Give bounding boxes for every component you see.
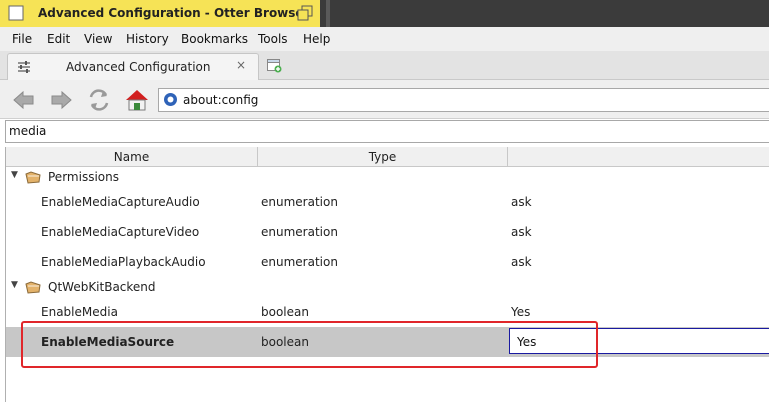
tab-label: Advanced Configuration	[66, 60, 211, 74]
group-row-permissions[interactable]: ▼ Permissions	[6, 167, 769, 187]
address-text: about:config	[183, 93, 259, 107]
title-bar-divider	[326, 0, 330, 27]
menu-history[interactable]: History	[126, 32, 169, 46]
expand-arrow-icon[interactable]: ▼	[11, 170, 18, 180]
option-name: EnableMediaPlaybackAudio	[41, 255, 206, 269]
option-type: boolean	[261, 305, 309, 319]
window-title: Advanced Configuration - Otter Browser	[38, 6, 310, 20]
option-type: enumeration	[261, 225, 338, 239]
home-icon[interactable]	[124, 87, 150, 113]
folder-icon	[25, 281, 41, 294]
filter-input[interactable]: media	[5, 120, 769, 143]
group-row-qtwebkitbackend[interactable]: ▼ QtWebKitBackend	[6, 277, 769, 297]
reload-icon[interactable]	[86, 87, 112, 113]
option-value: ask	[511, 255, 532, 269]
folder-icon	[25, 171, 41, 184]
menu-bookmarks[interactable]: Bookmarks	[181, 32, 248, 46]
option-type: enumeration	[261, 195, 338, 209]
column-header-type[interactable]: Type	[258, 147, 508, 167]
new-tab-icon[interactable]	[266, 57, 282, 73]
navigation-toolbar: about:config	[0, 80, 769, 119]
column-header-type-label: Type	[368, 150, 397, 164]
option-name: EnableMediaCaptureVideo	[41, 225, 200, 239]
column-header-name[interactable]: Name	[6, 147, 258, 167]
option-value: Yes	[511, 305, 531, 319]
table-row[interactable]: EnableMediaCaptureAudio enumeration ask	[6, 187, 769, 217]
sliders-icon	[18, 61, 30, 73]
option-value: ask	[511, 195, 532, 209]
filter-text: media	[9, 124, 47, 138]
title-bar: Advanced Configuration - Otter Browser	[0, 0, 769, 28]
maximize-icon[interactable]	[297, 5, 313, 21]
menu-view[interactable]: View	[84, 32, 112, 46]
expand-arrow-icon[interactable]: ▼	[11, 280, 18, 290]
tab-bar: Advanced Configuration ×	[0, 51, 769, 80]
column-header-name-label: Name	[113, 150, 150, 164]
window-menu-icon[interactable]	[8, 5, 24, 21]
highlight-box	[21, 321, 598, 368]
option-name: EnableMediaCaptureAudio	[41, 195, 200, 209]
group-label: Permissions	[48, 170, 119, 184]
column-header-value[interactable]	[508, 147, 769, 167]
tab-advanced-configuration[interactable]: Advanced Configuration ×	[7, 53, 259, 80]
menu-edit[interactable]: Edit	[47, 32, 70, 46]
close-tab-icon[interactable]: ×	[236, 58, 246, 72]
menu-bar: File Edit View History Bookmarks Tools H…	[0, 27, 769, 51]
table-row[interactable]: EnableMediaPlaybackAudio enumeration ask	[6, 247, 769, 277]
option-type: enumeration	[261, 255, 338, 269]
forward-icon[interactable]	[48, 87, 74, 113]
page-info-icon[interactable]	[163, 92, 178, 107]
menu-file[interactable]: File	[12, 32, 32, 46]
menu-tools[interactable]: Tools	[258, 32, 288, 46]
option-value: ask	[511, 225, 532, 239]
back-icon[interactable]	[11, 87, 37, 113]
group-label: QtWebKitBackend	[48, 280, 156, 294]
menu-help[interactable]: Help	[303, 32, 330, 46]
option-name: EnableMedia	[41, 305, 118, 319]
address-bar[interactable]: about:config	[158, 88, 769, 112]
table-row[interactable]: EnableMediaCaptureVideo enumeration ask	[6, 217, 769, 247]
